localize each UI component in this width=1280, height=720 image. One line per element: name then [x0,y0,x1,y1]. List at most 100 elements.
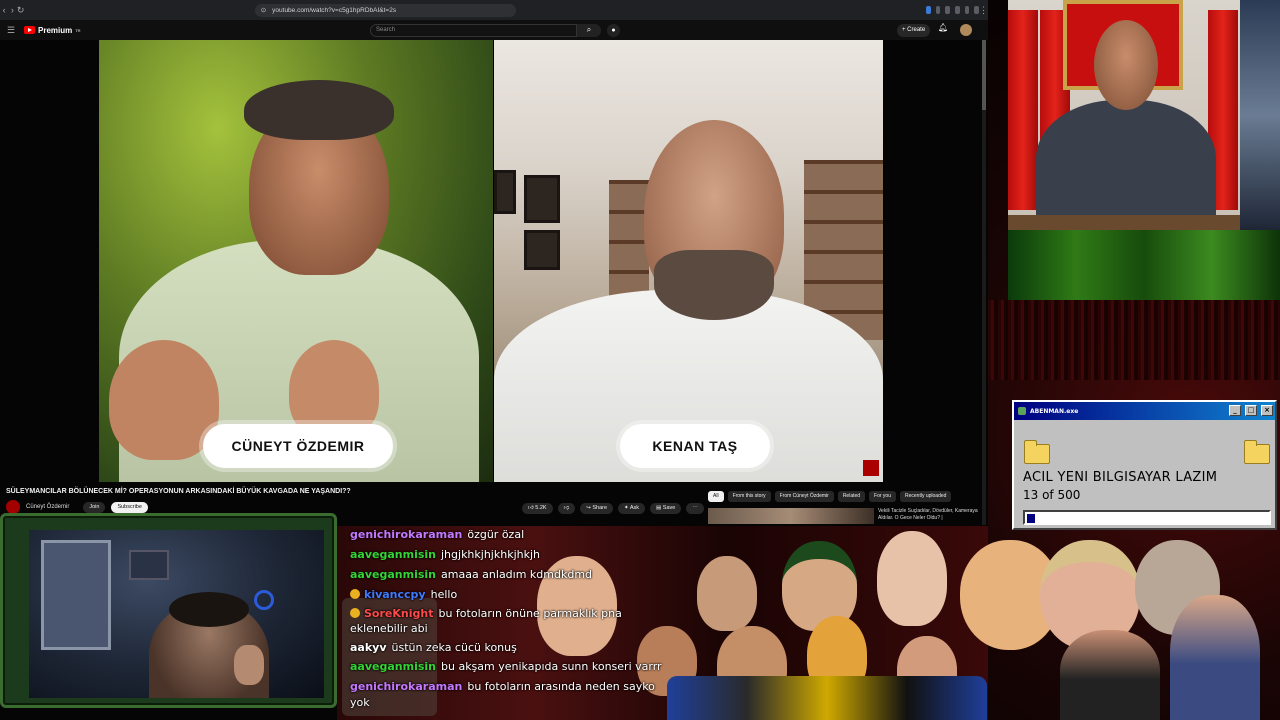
mic-icon[interactable]: ● [607,24,620,37]
chat-username[interactable]: SoreKnight [364,607,433,620]
chip-all[interactable]: All [708,491,724,502]
join-button[interactable]: Join [83,501,106,513]
chat-username[interactable]: genichirokaraman [350,680,462,693]
chat-message: kivanccpy hello [350,588,457,601]
related-chips: All From this story From Cüneyt Özdemir … [708,491,952,502]
subscribe-button[interactable]: Subscribe [111,501,148,513]
address-bar[interactable]: ⊙ youtube.com/watch?v=c5g1hpRDbAI&t=2s [254,3,516,17]
create-button[interactable]: + Create [897,24,931,37]
site-info-icon[interactable]: ⊙ [261,6,266,14]
collage-bodies [667,676,987,720]
beard-right [654,250,774,320]
wall-frame [494,170,516,214]
share-label: Share [592,505,608,511]
chat-text: özgür özal [467,528,525,541]
chat-message: aakyv üstün zeka cücü konuş [350,641,517,654]
badge-icon [350,589,360,599]
streamer-hair [169,592,249,627]
chat-username[interactable]: aakyv [350,641,387,654]
save-button[interactable]: ▤ Save [650,503,682,514]
related-thumbnail[interactable] [708,508,874,524]
screen: ‹ › ↻ ⊙ youtube.com/watch?v=c5g1hpRDbAI&… [0,0,1280,720]
bookshelf [609,180,649,300]
related-title[interactable]: Vekili Tacizle Suçladılar, Dövdüler, Kam… [878,508,978,524]
chip-for-you[interactable]: For you [869,491,896,502]
window-title-bar[interactable]: ABENMAN.exe _ □ × [1014,402,1275,420]
glitch-strip [988,300,1280,380]
logo-text: Premium [38,25,73,35]
channel-avatar[interactable] [6,500,20,514]
extension-icon[interactable] [945,6,950,14]
streamer-hand [234,645,264,685]
chat-text: bu akşam yenikapıda sunn konseri varrr [441,660,662,673]
chat-text: bu fotoların arasında neden sayko [467,680,655,693]
more-icon[interactable]: ⋯ [686,503,704,514]
extension-icon[interactable] [964,6,970,14]
logo-country: TR [75,27,81,33]
chat-username[interactable]: kivanccpy [364,588,426,601]
menu-icon[interactable]: ⋮ [979,5,988,16]
ask-label: Ask [629,505,640,511]
chip-from-this-story[interactable]: From this story [727,491,771,502]
forward-icon[interactable]: › [8,5,16,15]
webcam-frame [0,513,337,708]
right-name-tag: KENAN TAŞ [620,424,770,468]
collage-person [1170,595,1260,720]
avatar[interactable] [960,24,972,36]
chat-username[interactable]: genichirokaraman [350,528,462,541]
chat-message: SoreKnight bu fotoların önüne parmaklık p… [350,607,622,620]
channel-name[interactable]: Cüneyt Özdemir [26,504,69,510]
chip-recently-uploaded[interactable]: Recently uploaded [900,491,952,502]
search-icon[interactable]: ⌕ [577,24,601,37]
flag [1008,10,1038,210]
video-player[interactable]: CÜNEYT ÖZDEMIR KENAN TAŞ [99,40,883,482]
chat-message: eklenebilir abi [350,622,428,635]
bell-icon[interactable]: 🔔︎ [938,23,948,32]
window-title: ABENMAN.exe [1030,407,1079,415]
overlay-green-strip [1008,230,1280,300]
extension-icon[interactable] [935,6,941,14]
window-app-icon [1018,407,1026,415]
alert-window[interactable]: ABENMAN.exe _ □ × ACIL YENI BILGISAYAR L… [1012,400,1277,530]
page-scrollbar[interactable] [982,40,986,525]
save-label: Save [662,505,676,511]
extension-icon[interactable] [925,6,931,14]
youtube-logo-icon [24,26,35,34]
desk [1008,215,1241,230]
chat-text: bu fotoların önüne parmaklık pna [438,607,622,620]
close-icon[interactable]: × [1261,405,1273,416]
like-button[interactable]: 👍︎ 5.2K [522,503,553,514]
alert-message: ACIL YENI BILGISAYAR LAZIM [1023,470,1218,485]
chat-username[interactable]: aaveganmisin [350,568,436,581]
minimize-icon[interactable]: _ [1229,405,1241,416]
badge-icon [350,608,360,618]
back-icon[interactable]: ‹ [0,5,8,15]
stream-chat: genichirokaraman özgür özal aaveganmisin j… [342,526,662,716]
chat-username[interactable]: aaveganmisin [350,548,436,561]
share-button[interactable]: ↪ Share [580,503,614,514]
chip-related[interactable]: Related [837,491,866,502]
chat-message: genichirokaraman özgür özal [350,528,524,541]
folder-icon [1024,440,1050,464]
room-monitor [129,550,169,580]
hamburger-icon[interactable]: ☰ [4,25,18,36]
reload-icon[interactable]: ↻ [16,5,25,16]
scrollbar-thumb[interactable] [982,40,986,110]
ask-button[interactable]: ✦ Ask [618,503,646,514]
youtube-logo[interactable]: Premium TR [24,26,81,35]
chat-text: amaaa anladım kdmdkdmd [441,568,593,581]
related-video-item[interactable]: Vekili Tacizle Suçladılar, Dövdüler, Kam… [708,508,980,524]
search-input[interactable]: Search [370,24,577,37]
video-left-panel: CÜNEYT ÖZDEMIR [99,40,493,482]
chat-text: hello [430,588,458,601]
folder-icon [1244,440,1270,464]
url-text: youtube.com/watch?v=c5g1hpRDbAI&t=2s [272,6,397,14]
channel-watermark [863,460,879,476]
dislike-icon[interactable]: 👎︎ [557,503,576,514]
maximize-icon[interactable]: □ [1245,405,1257,416]
blue-light [254,590,274,610]
chip-from-channel[interactable]: From Cüneyt Özdemir [774,491,834,502]
channel-row: Cüneyt Özdemir Join Subscribe [6,500,148,514]
chat-username[interactable]: aaveganmisin [350,660,436,673]
extension-icon[interactable] [954,6,960,14]
